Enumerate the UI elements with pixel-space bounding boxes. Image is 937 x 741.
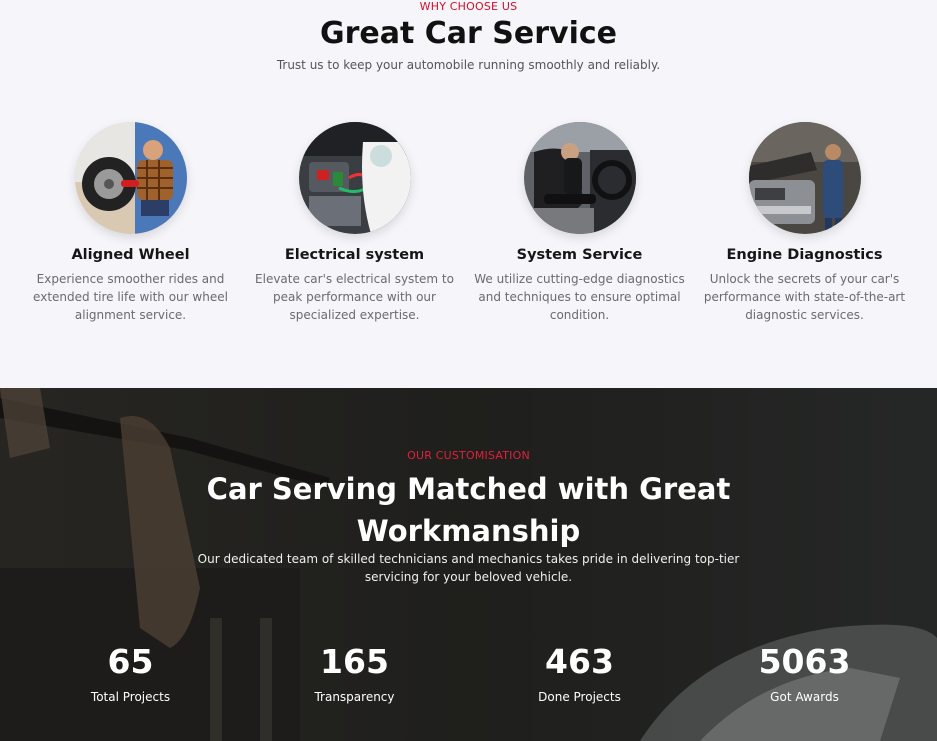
customisation-section: OUR CUSTOMISATION Car Serving Matched wi… <box>0 388 937 741</box>
section-subtitle: Trust us to keep your automobile running… <box>276 58 661 72</box>
stat-value: 5063 <box>758 642 851 681</box>
service-title: Electrical system <box>284 247 425 263</box>
section-eyebrow: OUR CUSTOMISATION <box>407 449 530 462</box>
engine-electrical-photo <box>298 122 411 234</box>
title-line-2: Workmanship <box>356 514 581 548</box>
stat-done-projects: 463 Done Projects <box>467 642 692 704</box>
service-title: Engine Diagnostics <box>726 247 883 263</box>
stat-total-projects: 65 Total Projects <box>18 642 243 704</box>
stat-got-awards: 5063 Got Awards <box>692 642 917 704</box>
service-card-engine-diagnostics: Engine Diagnostics Unlock the secrets of… <box>692 122 917 324</box>
stat-label: Total Projects <box>90 690 171 704</box>
stat-value: 165 <box>320 642 389 681</box>
service-image <box>523 122 636 234</box>
service-description: Elevate car's electrical system to peak … <box>255 272 454 322</box>
service-card-system-service: System Service We utilize cutting-edge d… <box>467 122 692 324</box>
stat-value: 463 <box>545 642 614 681</box>
service-card-aligned-wheel: Aligned Wheel Experience smoother rides … <box>18 122 243 324</box>
stat-label: Done Projects <box>538 690 621 704</box>
why-choose-us-section: WHY CHOOSE US Great Car Service Trust us… <box>0 0 937 388</box>
mechanic-hood-photo <box>748 122 861 234</box>
section-description: Our dedicated team of skilled technician… <box>197 552 740 584</box>
car-interior-photo <box>523 122 636 234</box>
service-image <box>298 122 411 234</box>
title-line-1: Car Serving Matched with Great <box>206 472 731 506</box>
service-description: Experience smoother rides and extended t… <box>33 272 228 322</box>
stat-label: Got Awards <box>770 690 839 704</box>
service-title: Aligned Wheel <box>71 247 190 263</box>
service-description: We utilize cutting-edge diagnostics and … <box>474 272 685 322</box>
service-image <box>748 122 861 234</box>
service-title: System Service <box>516 247 643 263</box>
stat-value: 65 <box>107 642 154 681</box>
service-card-electrical-system: Electrical system Elevate car's electric… <box>242 122 467 324</box>
mechanic-wheel-photo <box>74 122 187 234</box>
service-description: Unlock the secrets of your car's perform… <box>703 272 906 322</box>
section-title: Car Serving Matched with Great Workmansh… <box>0 468 937 552</box>
section-eyebrow: WHY CHOOSE US <box>419 0 518 13</box>
service-image <box>74 122 187 234</box>
section-title: Great Car Service <box>319 16 617 51</box>
stat-transparency: 165 Transparency <box>242 642 467 704</box>
stat-label: Transparency <box>314 690 395 704</box>
